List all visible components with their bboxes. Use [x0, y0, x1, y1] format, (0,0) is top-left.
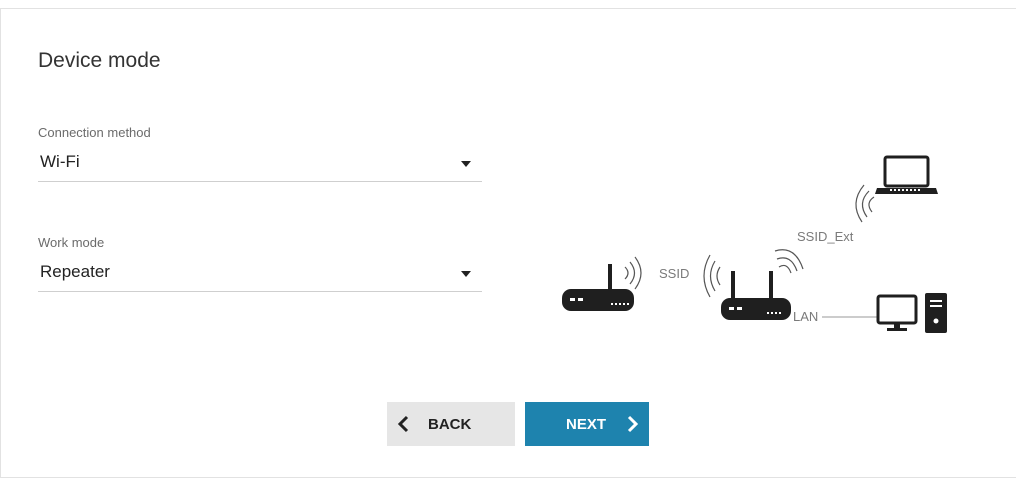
- ssid-ext-label: SSID_Ext: [797, 229, 854, 244]
- repeater-router-icon: [721, 271, 791, 320]
- chevron-down-icon: [461, 271, 471, 277]
- work-mode-select[interactable]: Repeater: [38, 258, 482, 292]
- next-button-label: NEXT: [566, 416, 607, 433]
- page-title: Device mode: [38, 49, 161, 72]
- work-mode-label: Work mode: [38, 235, 105, 250]
- connection-method-label: Connection method: [38, 125, 151, 140]
- repeater-diagram: SSID SSID_Ext LAN: [562, 155, 947, 333]
- next-button[interactable]: NEXT: [525, 402, 649, 446]
- work-mode-field: Work mode Repeater: [38, 235, 482, 292]
- device-mode-panel: Device mode Connection method Wi-Fi Work…: [0, 8, 1016, 478]
- wifi-signal-icon: [855, 184, 875, 223]
- router-icon: [562, 264, 634, 311]
- connection-method-select[interactable]: Wi-Fi: [38, 148, 482, 182]
- chevron-down-icon: [461, 161, 471, 167]
- back-button[interactable]: BACK: [387, 402, 515, 446]
- back-button-label: BACK: [428, 416, 472, 433]
- wifi-signal-icon: [624, 256, 642, 290]
- desktop-computer-icon: [876, 293, 947, 333]
- ssid-label: SSID: [659, 266, 689, 281]
- chevron-left-icon: [397, 415, 409, 433]
- laptop-icon: [875, 155, 938, 194]
- wifi-signal-icon: [774, 249, 804, 274]
- work-mode-value: Repeater: [40, 262, 110, 281]
- wifi-signal-icon: [703, 254, 721, 298]
- connection-method-value: Wi-Fi: [40, 152, 80, 171]
- connection-method-field: Connection method Wi-Fi: [38, 125, 482, 182]
- lan-label: LAN: [793, 309, 818, 324]
- chevron-right-icon: [627, 415, 639, 433]
